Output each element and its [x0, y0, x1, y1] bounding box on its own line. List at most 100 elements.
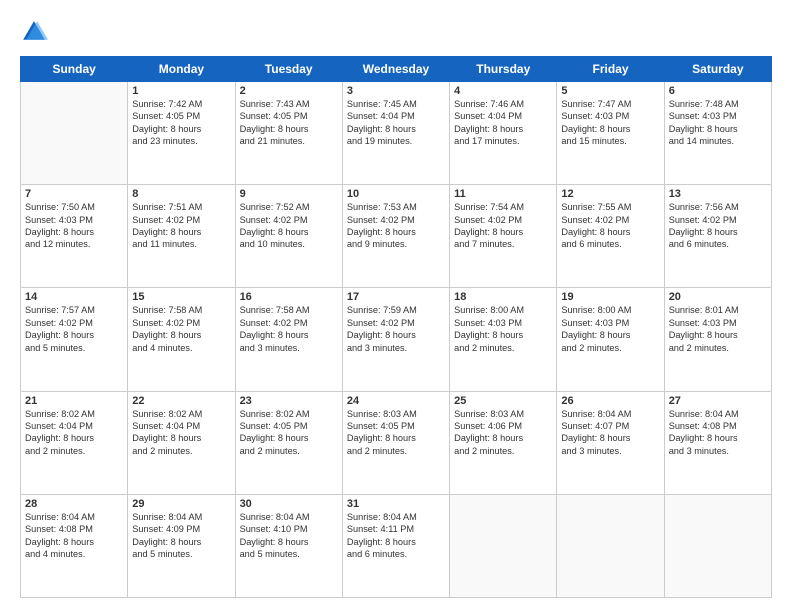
day-number: 12	[561, 188, 659, 200]
cell-info: Sunrise: 7:50 AM Sunset: 4:03 PM Dayligh…	[25, 201, 123, 251]
cell-info: Sunrise: 7:59 AM Sunset: 4:02 PM Dayligh…	[347, 304, 445, 354]
weekday-header: Saturday	[664, 57, 771, 82]
calendar-cell: 14Sunrise: 7:57 AM Sunset: 4:02 PM Dayli…	[21, 288, 128, 391]
day-number: 26	[561, 395, 659, 407]
cell-info: Sunrise: 7:55 AM Sunset: 4:02 PM Dayligh…	[561, 201, 659, 251]
cell-info: Sunrise: 7:45 AM Sunset: 4:04 PM Dayligh…	[347, 98, 445, 148]
calendar-cell: 9Sunrise: 7:52 AM Sunset: 4:02 PM Daylig…	[235, 185, 342, 288]
calendar-cell	[664, 494, 771, 597]
day-number: 22	[132, 395, 230, 407]
header	[20, 18, 772, 46]
calendar-cell: 24Sunrise: 8:03 AM Sunset: 4:05 PM Dayli…	[342, 391, 449, 494]
cell-info: Sunrise: 7:53 AM Sunset: 4:02 PM Dayligh…	[347, 201, 445, 251]
day-number: 20	[669, 291, 767, 303]
day-number: 11	[454, 188, 552, 200]
calendar-cell	[21, 82, 128, 185]
calendar-cell: 2Sunrise: 7:43 AM Sunset: 4:05 PM Daylig…	[235, 82, 342, 185]
calendar-cell: 29Sunrise: 8:04 AM Sunset: 4:09 PM Dayli…	[128, 494, 235, 597]
cell-info: Sunrise: 7:58 AM Sunset: 4:02 PM Dayligh…	[240, 304, 338, 354]
day-number: 16	[240, 291, 338, 303]
calendar-cell: 23Sunrise: 8:02 AM Sunset: 4:05 PM Dayli…	[235, 391, 342, 494]
cell-info: Sunrise: 7:47 AM Sunset: 4:03 PM Dayligh…	[561, 98, 659, 148]
day-number: 15	[132, 291, 230, 303]
cell-info: Sunrise: 8:02 AM Sunset: 4:04 PM Dayligh…	[132, 408, 230, 458]
day-number: 7	[25, 188, 123, 200]
page: SundayMondayTuesdayWednesdayThursdayFrid…	[0, 0, 792, 612]
cell-info: Sunrise: 7:48 AM Sunset: 4:03 PM Dayligh…	[669, 98, 767, 148]
weekday-header: Thursday	[450, 57, 557, 82]
cell-info: Sunrise: 8:02 AM Sunset: 4:05 PM Dayligh…	[240, 408, 338, 458]
calendar-cell: 19Sunrise: 8:00 AM Sunset: 4:03 PM Dayli…	[557, 288, 664, 391]
cell-info: Sunrise: 8:02 AM Sunset: 4:04 PM Dayligh…	[25, 408, 123, 458]
calendar-cell: 28Sunrise: 8:04 AM Sunset: 4:08 PM Dayli…	[21, 494, 128, 597]
day-number: 9	[240, 188, 338, 200]
calendar-cell: 13Sunrise: 7:56 AM Sunset: 4:02 PM Dayli…	[664, 185, 771, 288]
day-number: 10	[347, 188, 445, 200]
cell-info: Sunrise: 7:43 AM Sunset: 4:05 PM Dayligh…	[240, 98, 338, 148]
calendar-cell: 6Sunrise: 7:48 AM Sunset: 4:03 PM Daylig…	[664, 82, 771, 185]
day-number: 6	[669, 85, 767, 97]
cell-info: Sunrise: 8:04 AM Sunset: 4:11 PM Dayligh…	[347, 511, 445, 561]
calendar-cell: 21Sunrise: 8:02 AM Sunset: 4:04 PM Dayli…	[21, 391, 128, 494]
logo	[20, 18, 52, 46]
cell-info: Sunrise: 7:42 AM Sunset: 4:05 PM Dayligh…	[132, 98, 230, 148]
calendar-table: SundayMondayTuesdayWednesdayThursdayFrid…	[20, 56, 772, 598]
calendar-cell: 27Sunrise: 8:04 AM Sunset: 4:08 PM Dayli…	[664, 391, 771, 494]
day-number: 24	[347, 395, 445, 407]
calendar-cell: 22Sunrise: 8:02 AM Sunset: 4:04 PM Dayli…	[128, 391, 235, 494]
calendar-cell: 31Sunrise: 8:04 AM Sunset: 4:11 PM Dayli…	[342, 494, 449, 597]
calendar-cell: 17Sunrise: 7:59 AM Sunset: 4:02 PM Dayli…	[342, 288, 449, 391]
calendar-cell: 11Sunrise: 7:54 AM Sunset: 4:02 PM Dayli…	[450, 185, 557, 288]
cell-info: Sunrise: 8:01 AM Sunset: 4:03 PM Dayligh…	[669, 304, 767, 354]
cell-info: Sunrise: 7:54 AM Sunset: 4:02 PM Dayligh…	[454, 201, 552, 251]
calendar-cell: 18Sunrise: 8:00 AM Sunset: 4:03 PM Dayli…	[450, 288, 557, 391]
calendar-cell: 30Sunrise: 8:04 AM Sunset: 4:10 PM Dayli…	[235, 494, 342, 597]
calendar-week-row: 7Sunrise: 7:50 AM Sunset: 4:03 PM Daylig…	[21, 185, 772, 288]
calendar-cell: 20Sunrise: 8:01 AM Sunset: 4:03 PM Dayli…	[664, 288, 771, 391]
cell-info: Sunrise: 8:04 AM Sunset: 4:10 PM Dayligh…	[240, 511, 338, 561]
cell-info: Sunrise: 8:03 AM Sunset: 4:05 PM Dayligh…	[347, 408, 445, 458]
day-number: 30	[240, 498, 338, 510]
calendar-week-row: 1Sunrise: 7:42 AM Sunset: 4:05 PM Daylig…	[21, 82, 772, 185]
day-number: 23	[240, 395, 338, 407]
day-number: 3	[347, 85, 445, 97]
calendar-cell: 15Sunrise: 7:58 AM Sunset: 4:02 PM Dayli…	[128, 288, 235, 391]
day-number: 14	[25, 291, 123, 303]
calendar-week-row: 21Sunrise: 8:02 AM Sunset: 4:04 PM Dayli…	[21, 391, 772, 494]
calendar-header-row: SundayMondayTuesdayWednesdayThursdayFrid…	[21, 57, 772, 82]
calendar-cell: 1Sunrise: 7:42 AM Sunset: 4:05 PM Daylig…	[128, 82, 235, 185]
day-number: 19	[561, 291, 659, 303]
weekday-header: Monday	[128, 57, 235, 82]
calendar-cell: 16Sunrise: 7:58 AM Sunset: 4:02 PM Dayli…	[235, 288, 342, 391]
weekday-header: Sunday	[21, 57, 128, 82]
day-number: 5	[561, 85, 659, 97]
calendar-week-row: 14Sunrise: 7:57 AM Sunset: 4:02 PM Dayli…	[21, 288, 772, 391]
cell-info: Sunrise: 7:46 AM Sunset: 4:04 PM Dayligh…	[454, 98, 552, 148]
day-number: 25	[454, 395, 552, 407]
calendar-cell: 7Sunrise: 7:50 AM Sunset: 4:03 PM Daylig…	[21, 185, 128, 288]
day-number: 17	[347, 291, 445, 303]
day-number: 8	[132, 188, 230, 200]
calendar-cell: 10Sunrise: 7:53 AM Sunset: 4:02 PM Dayli…	[342, 185, 449, 288]
calendar-cell: 12Sunrise: 7:55 AM Sunset: 4:02 PM Dayli…	[557, 185, 664, 288]
cell-info: Sunrise: 7:52 AM Sunset: 4:02 PM Dayligh…	[240, 201, 338, 251]
calendar-cell: 8Sunrise: 7:51 AM Sunset: 4:02 PM Daylig…	[128, 185, 235, 288]
weekday-header: Tuesday	[235, 57, 342, 82]
cell-info: Sunrise: 8:00 AM Sunset: 4:03 PM Dayligh…	[454, 304, 552, 354]
cell-info: Sunrise: 7:57 AM Sunset: 4:02 PM Dayligh…	[25, 304, 123, 354]
day-number: 29	[132, 498, 230, 510]
weekday-header: Friday	[557, 57, 664, 82]
cell-info: Sunrise: 7:56 AM Sunset: 4:02 PM Dayligh…	[669, 201, 767, 251]
day-number: 28	[25, 498, 123, 510]
day-number: 13	[669, 188, 767, 200]
weekday-header: Wednesday	[342, 57, 449, 82]
day-number: 18	[454, 291, 552, 303]
cell-info: Sunrise: 8:04 AM Sunset: 4:09 PM Dayligh…	[132, 511, 230, 561]
calendar-week-row: 28Sunrise: 8:04 AM Sunset: 4:08 PM Dayli…	[21, 494, 772, 597]
calendar-cell: 4Sunrise: 7:46 AM Sunset: 4:04 PM Daylig…	[450, 82, 557, 185]
day-number: 27	[669, 395, 767, 407]
day-number: 2	[240, 85, 338, 97]
day-number: 1	[132, 85, 230, 97]
cell-info: Sunrise: 8:00 AM Sunset: 4:03 PM Dayligh…	[561, 304, 659, 354]
cell-info: Sunrise: 8:04 AM Sunset: 4:08 PM Dayligh…	[25, 511, 123, 561]
